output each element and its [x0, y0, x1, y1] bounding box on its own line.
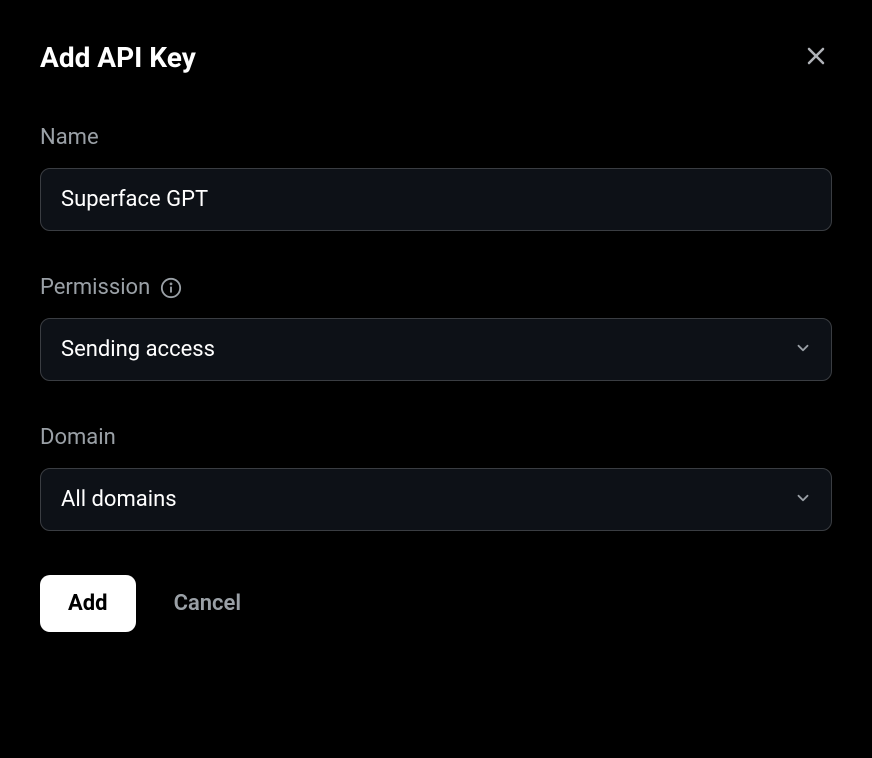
permission-field-group: Permission Sending access — [40, 275, 832, 381]
close-button[interactable] — [800, 40, 832, 75]
name-label: Name — [40, 125, 832, 150]
permission-select[interactable]: Sending access — [40, 318, 832, 381]
domain-select-wrapper: All domains — [40, 468, 832, 531]
info-icon[interactable] — [160, 277, 182, 299]
domain-select[interactable]: All domains — [40, 468, 832, 531]
name-input[interactable] — [40, 168, 832, 231]
domain-label: Domain — [40, 425, 832, 450]
permission-label: Permission — [40, 275, 832, 300]
permission-label-text: Permission — [40, 275, 150, 300]
name-field-group: Name — [40, 125, 832, 231]
cancel-button[interactable]: Cancel — [164, 575, 252, 632]
permission-select-wrapper: Sending access — [40, 318, 832, 381]
close-icon — [804, 44, 828, 71]
add-button[interactable]: Add — [40, 575, 136, 632]
domain-field-group: Domain All domains — [40, 425, 832, 531]
modal-title: Add API Key — [40, 41, 196, 74]
button-row: Add Cancel — [40, 575, 832, 632]
modal-header: Add API Key — [40, 40, 832, 75]
